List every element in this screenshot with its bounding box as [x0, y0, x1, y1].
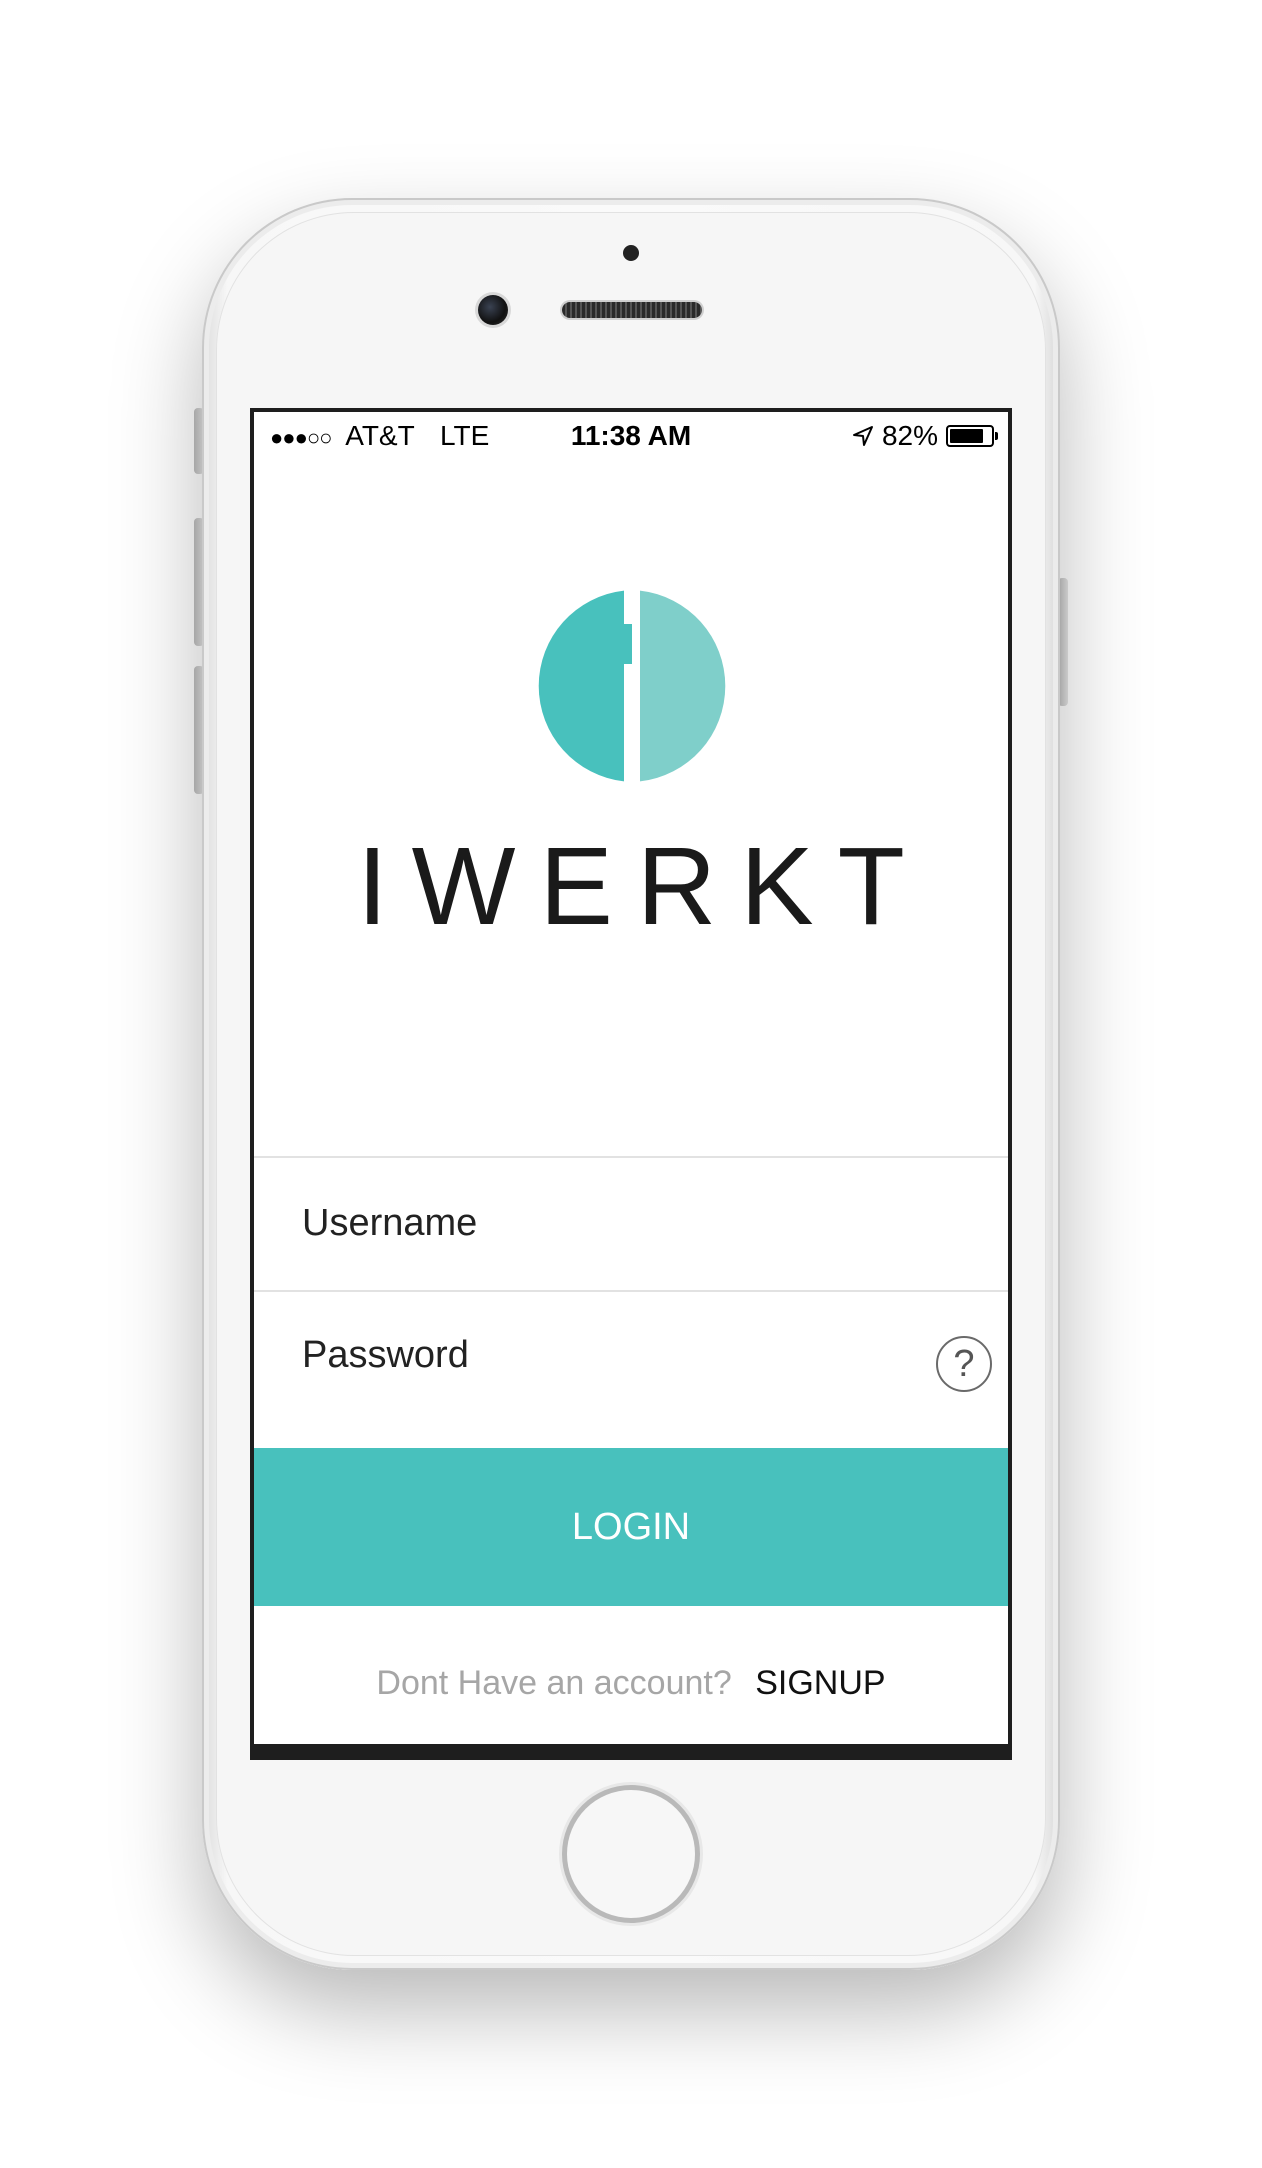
logo-left-half — [538, 590, 624, 782]
signup-link[interactable]: SIGNUP — [755, 1664, 885, 1702]
iwerkt-logo-icon — [538, 590, 726, 782]
front-camera — [478, 295, 508, 325]
forgot-password-help-icon[interactable]: ? — [936, 1336, 992, 1392]
status-bar: ●●●○○ AT&T LTE 11:38 AM 82% — [254, 412, 1008, 460]
signup-row: Dont Have an account? SIGNUP — [254, 1664, 1008, 1703]
signup-prompt: Dont Have an account? — [376, 1664, 732, 1702]
password-field[interactable]: Password ? — [254, 1290, 1008, 1424]
logo-notch — [624, 624, 632, 664]
location-arrow-icon — [852, 426, 873, 446]
battery-percent: 82% — [881, 420, 938, 451]
screen: ●●●○○ AT&T LTE 11:38 AM 82% IWERKT Usern… — [250, 408, 1012, 1760]
battery-icon — [946, 425, 998, 447]
app-display: ●●●○○ AT&T LTE 11:38 AM 82% IWERKT Usern… — [254, 412, 1008, 1752]
logo-right-half — [640, 590, 726, 782]
username-field[interactable]: Username — [254, 1156, 1008, 1290]
battery-tip — [995, 432, 998, 440]
username-placeholder: Username — [302, 1202, 478, 1244]
screen-bottom-edge — [254, 1744, 1008, 1752]
status-bar-right: 82% — [852, 420, 998, 452]
proximity-sensor — [623, 245, 639, 261]
stage: ●●●○○ AT&T LTE 11:38 AM 82% IWERKT Usern… — [0, 0, 1262, 2168]
battery-fill — [950, 429, 983, 443]
home-button[interactable] — [567, 1790, 695, 1918]
login-button[interactable]: LOGIN — [254, 1448, 1008, 1606]
earpiece-speaker — [562, 302, 702, 318]
password-placeholder: Password — [302, 1334, 469, 1376]
brand-name: IWERKT — [357, 825, 929, 948]
